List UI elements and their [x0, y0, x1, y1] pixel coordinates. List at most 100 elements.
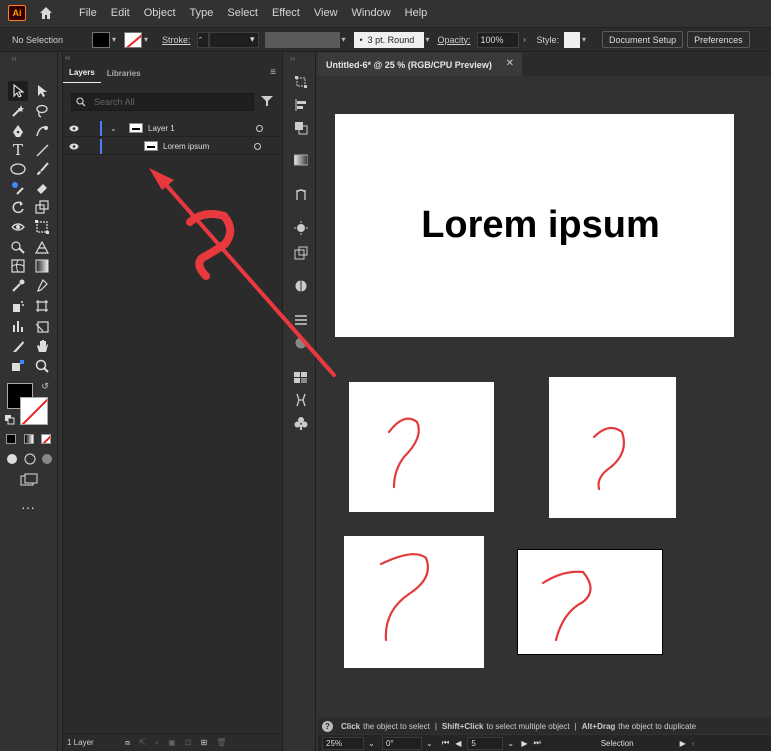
chevron-left-icon[interactable]: ‹: [692, 739, 695, 748]
next-artboard-icon[interactable]: ▶: [521, 739, 527, 748]
layers-search-input[interactable]: Search All: [71, 93, 254, 111]
scale-tool-icon[interactable]: [34, 199, 50, 215]
gradient-tool-icon[interactable]: [34, 258, 50, 274]
perspective-grid-icon[interactable]: [34, 239, 50, 255]
symbol-sprayer-icon[interactable]: [10, 298, 26, 314]
previous-artboard-icon[interactable]: ◀: [455, 739, 461, 748]
stroke-stepper[interactable]: ⌃: [196, 31, 209, 48]
panel-menu-icon[interactable]: ≡: [270, 67, 276, 78]
target-icon[interactable]: [254, 142, 261, 150]
collapse-icon[interactable]: ››: [290, 54, 295, 63]
eye-icon[interactable]: [63, 143, 85, 150]
artboard-tool-icon[interactable]: [34, 298, 50, 314]
lasso-icon[interactable]: [34, 103, 50, 119]
eye-icon[interactable]: [63, 125, 85, 132]
column-graph-icon[interactable]: [10, 318, 26, 334]
menu-help[interactable]: Help: [398, 7, 435, 19]
image-trace-icon[interactable]: [293, 245, 309, 261]
none-mode-icon[interactable]: [41, 434, 51, 444]
draw-behind-icon[interactable]: [24, 453, 36, 465]
mesh-tool-icon[interactable]: [10, 258, 26, 274]
new-layer-icon[interactable]: ⊞: [201, 738, 208, 747]
variable-width-profile[interactable]: [264, 31, 340, 48]
chevron-down-icon[interactable]: ▾: [340, 32, 348, 48]
rotate-tool-icon[interactable]: [10, 199, 26, 215]
align-icon[interactable]: [293, 97, 309, 113]
document-tab[interactable]: Untitled-6* @ 25 % (RGB/CPU Preview) ✕: [318, 53, 522, 76]
graphic-styles-icon[interactable]: [293, 278, 309, 294]
chevron-down-icon[interactable]: ⌄: [507, 739, 517, 748]
slice-tool-icon[interactable]: [34, 318, 50, 334]
print-tiling-icon[interactable]: [10, 358, 26, 374]
last-artboard-icon[interactable]: ⏭: [534, 738, 541, 748]
stroke-weight-field[interactable]: ▾: [208, 31, 259, 48]
menu-file[interactable]: File: [72, 7, 104, 19]
draw-normal-icon[interactable]: [6, 453, 18, 465]
eyedropper-icon[interactable]: [10, 278, 26, 294]
width-tool-icon[interactable]: [10, 219, 26, 235]
clipping-mask-icon[interactable]: ▣: [168, 738, 176, 747]
shaper-tool-icon[interactable]: [10, 180, 26, 196]
ellipse-tool-icon[interactable]: [10, 161, 26, 177]
style-swatch[interactable]: [564, 31, 581, 48]
status-mode[interactable]: Selection: [601, 739, 634, 748]
stroke-label[interactable]: Stroke:: [162, 35, 191, 45]
color-mode-icon[interactable]: [6, 434, 16, 444]
eraser-icon[interactable]: [34, 180, 50, 196]
chevron-down-icon[interactable]: ▾: [142, 32, 150, 48]
close-icon[interactable]: ✕: [506, 58, 514, 69]
curvature-tool-icon[interactable]: [34, 123, 50, 139]
knife-tool-icon[interactable]: [10, 338, 26, 354]
brushes-icon[interactable]: [293, 392, 309, 408]
transform-icon[interactable]: [293, 74, 309, 90]
chevron-down-icon[interactable]: ▾: [580, 32, 588, 48]
tab-libraries[interactable]: Libraries: [101, 63, 147, 83]
symbols-icon[interactable]: [293, 415, 309, 431]
stroke-panel-icon[interactable]: [293, 312, 309, 328]
swatches-icon[interactable]: [293, 370, 309, 386]
layer-row[interactable]: Lorem ipsum: [63, 138, 284, 155]
stroke-color-swatch[interactable]: [20, 397, 48, 425]
locate-object-icon[interactable]: ⌕: [155, 738, 159, 748]
question-mark-image[interactable]: [549, 377, 676, 518]
type-tool-icon[interactable]: T: [10, 141, 26, 159]
recolor-icon[interactable]: [293, 187, 309, 203]
blend-tool-icon[interactable]: [34, 278, 50, 294]
line-tool-icon[interactable]: [34, 142, 50, 158]
target-icon[interactable]: [256, 124, 263, 132]
menu-type[interactable]: Type: [183, 7, 221, 19]
preferences-button[interactable]: Preferences: [687, 31, 750, 48]
shape-builder-icon[interactable]: [10, 239, 26, 255]
collapse-icon[interactable]: ‹‹: [6, 54, 22, 63]
headline-text[interactable]: Lorem ipsum: [421, 204, 660, 247]
hand-tool-icon[interactable]: [34, 338, 50, 354]
menu-select[interactable]: Select: [220, 7, 265, 19]
screen-mode-icon[interactable]: [20, 473, 38, 487]
menu-window[interactable]: Window: [345, 7, 398, 19]
question-mark-image[interactable]: [349, 382, 494, 512]
appearance-icon[interactable]: [293, 220, 309, 236]
layer-row[interactable]: ⌄ Layer 1: [63, 120, 284, 137]
more-tools-icon[interactable]: ···: [20, 499, 36, 515]
opacity-label[interactable]: Opacity:: [438, 35, 471, 45]
stroke-swatch[interactable]: [124, 31, 142, 48]
layer-name[interactable]: Lorem ipsum: [163, 142, 254, 151]
chevron-down-icon[interactable]: ⌄: [110, 124, 126, 133]
chevron-down-icon[interactable]: ⌄: [368, 739, 378, 748]
pathfinder-icon[interactable]: [293, 120, 309, 136]
home-icon[interactable]: [38, 5, 54, 21]
free-transform-icon[interactable]: [34, 219, 50, 235]
question-mark-image[interactable]: [517, 549, 663, 655]
zoom-tool-icon[interactable]: [34, 358, 50, 374]
gradient-mode-icon[interactable]: [24, 434, 34, 444]
status-menu-arrow-icon[interactable]: ▶: [680, 739, 686, 748]
color-panel-icon[interactable]: [293, 335, 309, 351]
tab-layers[interactable]: Layers: [63, 63, 101, 83]
menu-view[interactable]: View: [307, 7, 345, 19]
selection-tool-icon[interactable]: [8, 81, 28, 101]
trash-icon[interactable]: 🗑: [216, 738, 226, 747]
new-sublayer-icon[interactable]: ⊡: [185, 738, 192, 747]
menu-object[interactable]: Object: [137, 7, 183, 19]
collapse-icon[interactable]: ‹‹: [65, 53, 70, 62]
fill-swatch[interactable]: [92, 31, 110, 48]
